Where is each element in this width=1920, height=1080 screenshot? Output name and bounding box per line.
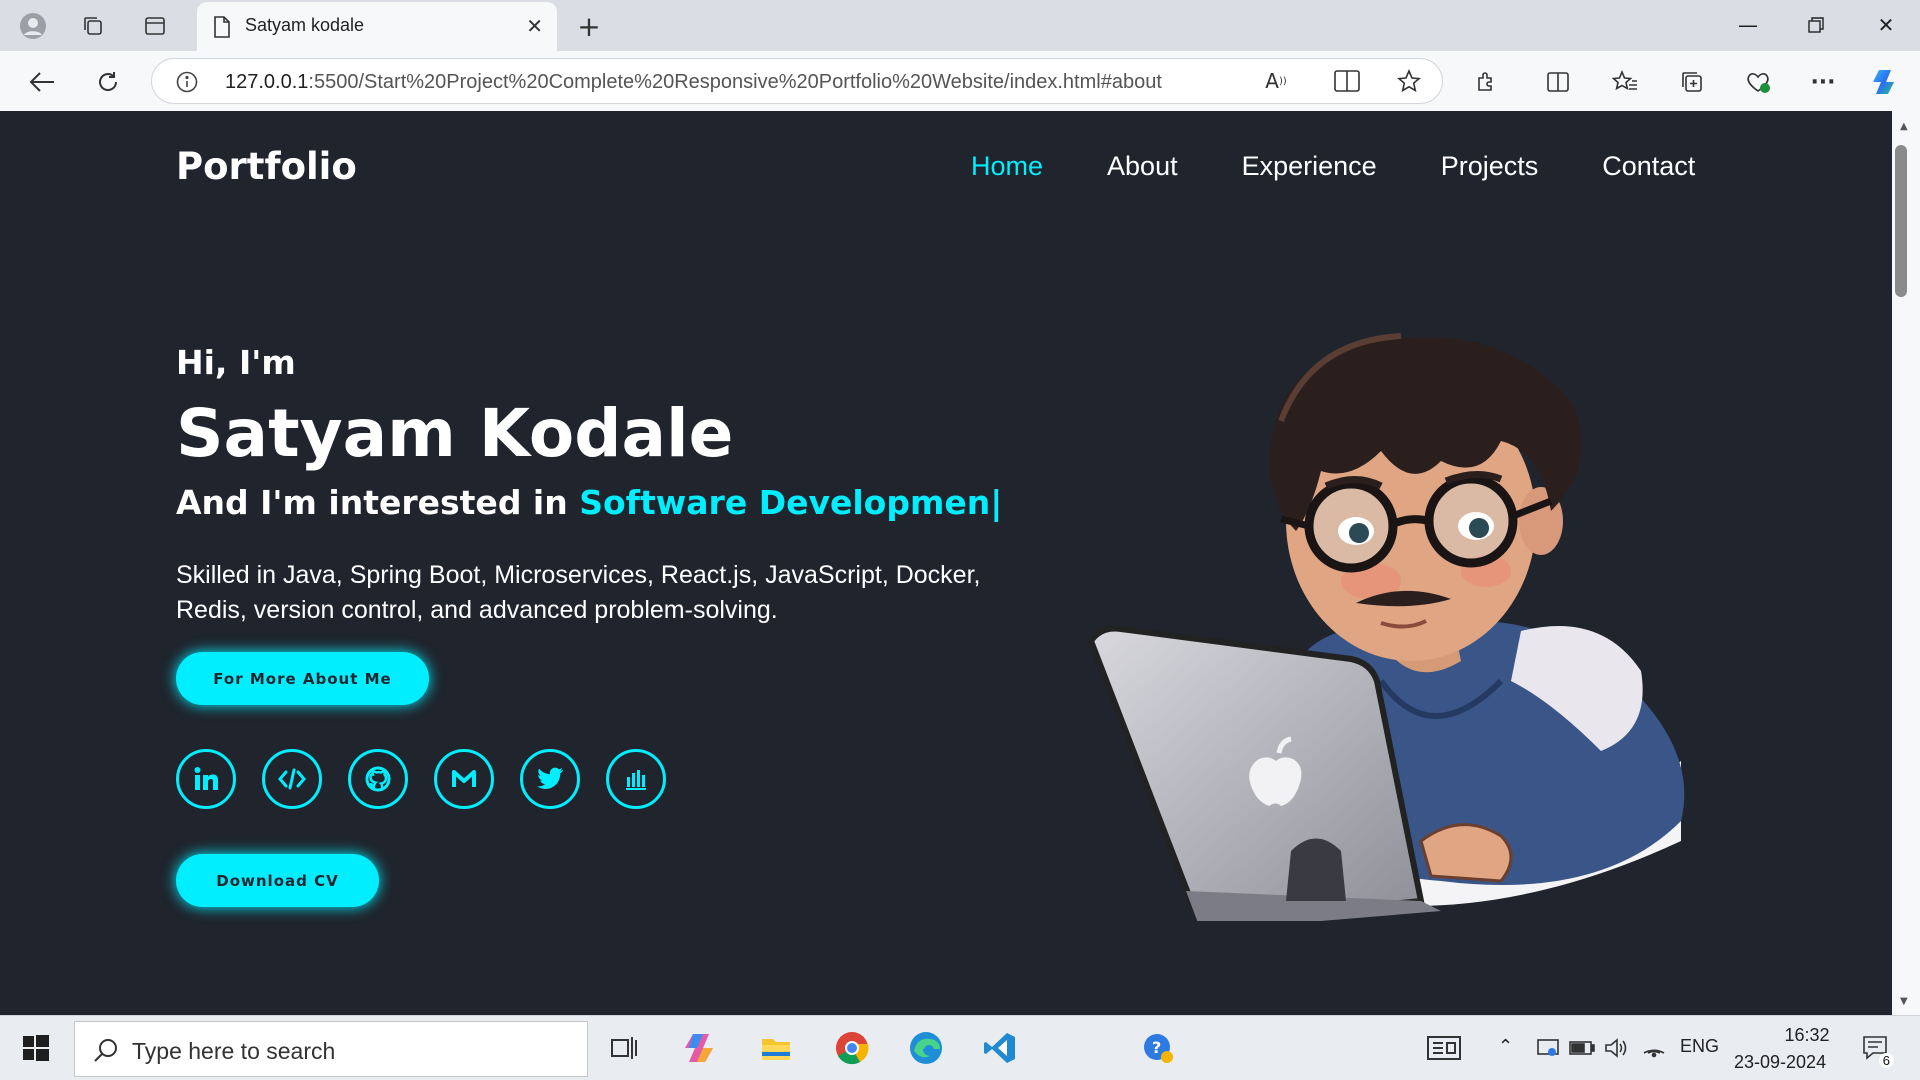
portfolio-page: Portfolio Home About Experience Projects…	[6, 111, 1892, 1015]
search-icon	[94, 1039, 117, 1062]
more-options-icon[interactable]: ···	[1806, 65, 1840, 99]
nav-contact[interactable]: Contact	[1602, 151, 1695, 182]
workspaces-icon[interactable]	[78, 11, 108, 41]
site-info-icon[interactable]	[176, 71, 198, 93]
windows-taskbar: Type here to search ? ⌃ ENG 16:32 23-09-…	[0, 1015, 1920, 1080]
copilot-icon[interactable]	[1868, 65, 1902, 99]
address-toolbar: 127.0.0.1:5500/Start%20Project%20Complet…	[0, 51, 1920, 111]
news-widget-icon[interactable]	[1424, 1028, 1464, 1068]
address-bar[interactable]: 127.0.0.1:5500/Start%20Project%20Complet…	[151, 58, 1443, 104]
refresh-icon[interactable]	[92, 66, 124, 98]
collections-icon[interactable]	[1675, 65, 1709, 99]
profile-icon[interactable]	[18, 11, 48, 41]
minimize-icon[interactable]: —	[1728, 10, 1768, 40]
site-logo[interactable]: Portfolio	[176, 145, 357, 188]
immersive-reader-icon[interactable]	[1330, 64, 1364, 98]
close-window-icon[interactable]: ✕	[1866, 10, 1906, 40]
copilot-app-icon[interactable]	[680, 1028, 720, 1068]
tab-title: Satyam kodale	[245, 15, 365, 35]
more-about-button[interactable]: For More About Me	[176, 652, 429, 705]
scrollbar-thumb[interactable]	[1895, 145, 1907, 297]
new-tab-icon[interactable]: +	[574, 10, 604, 43]
notifications-icon[interactable]: 6	[1856, 1028, 1896, 1068]
browser-tab-bar: Satyam kodale ✕ + — ✕	[0, 0, 1920, 51]
linkedin-icon[interactable]	[176, 749, 236, 809]
scroll-up-icon[interactable]: ▲	[1900, 121, 1908, 132]
svg-text:?: ?	[1152, 1038, 1161, 1057]
social-links	[176, 749, 692, 809]
extensions-icon[interactable]	[1470, 65, 1504, 99]
chart-icon[interactable]	[606, 749, 666, 809]
favorite-star-icon[interactable]	[1392, 64, 1426, 98]
twitter-icon[interactable]	[520, 749, 580, 809]
favorites-icon[interactable]	[1608, 65, 1642, 99]
taskbar-search[interactable]: Type here to search	[74, 1021, 588, 1077]
notification-count: 6	[1878, 1053, 1894, 1068]
main-nav: Home About Experience Projects Contact	[971, 151, 1695, 182]
gmail-icon[interactable]	[434, 749, 494, 809]
language-indicator[interactable]: ENG	[1680, 1036, 1719, 1057]
close-tab-icon[interactable]: ✕	[526, 14, 543, 38]
typed-text: Software Developmen|	[579, 483, 1003, 522]
code-icon[interactable]	[262, 749, 322, 809]
scroll-down-icon[interactable]: ▼	[1900, 996, 1908, 1007]
nav-experience[interactable]: Experience	[1242, 151, 1377, 182]
hero-name: Satyam Kodale	[176, 395, 734, 472]
back-icon[interactable]	[26, 66, 58, 98]
clock-time[interactable]: 16:32	[1762, 1025, 1852, 1046]
task-view-icon[interactable]	[604, 1028, 644, 1068]
vscode-icon[interactable]	[980, 1028, 1020, 1068]
download-cv-button[interactable]: Download CV	[176, 854, 379, 907]
url-path: :5500/Start%20Project%20Complete%20Respo…	[308, 71, 1162, 93]
clock-date[interactable]: 23-09-2024	[1734, 1052, 1826, 1073]
nav-about[interactable]: About	[1107, 151, 1178, 182]
interest-prefix: And I'm interested in	[176, 483, 580, 522]
restore-icon[interactable]	[1796, 10, 1836, 40]
page-icon	[214, 16, 230, 38]
split-screen-icon[interactable]	[1541, 65, 1575, 99]
url-host: 127.0.0.1	[225, 71, 309, 93]
github-icon[interactable]	[348, 749, 408, 809]
nav-home[interactable]: Home	[971, 151, 1043, 182]
volume-icon[interactable]	[1596, 1028, 1636, 1068]
hero-description: Skilled in Java, Spring Boot, Microservi…	[176, 561, 981, 624]
show-hidden-icons[interactable]: ⌃	[1498, 1036, 1513, 1057]
file-explorer-icon[interactable]	[756, 1028, 796, 1068]
nav-projects[interactable]: Projects	[1441, 151, 1539, 182]
interest-line: And I'm interested in Software Developme…	[176, 483, 1002, 522]
read-aloud-icon[interactable]: A))	[1259, 64, 1293, 98]
greeting: Hi, I'm	[176, 343, 296, 382]
avatar-illustration	[1087, 333, 1685, 921]
start-icon[interactable]	[16, 1028, 56, 1068]
tab-actions-icon[interactable]	[140, 11, 170, 41]
url-text: 127.0.0.1:5500/Start%20Project%20Complet…	[225, 71, 1162, 94]
edge-icon[interactable]	[906, 1028, 946, 1068]
wifi-icon[interactable]	[1634, 1028, 1674, 1068]
search-placeholder: Type here to search	[132, 1038, 336, 1064]
help-icon[interactable]: ?	[1138, 1028, 1178, 1068]
chrome-icon[interactable]	[832, 1028, 872, 1068]
browser-essentials-icon[interactable]	[1741, 65, 1775, 99]
tab-active[interactable]: Satyam kodale ✕	[197, 2, 557, 51]
